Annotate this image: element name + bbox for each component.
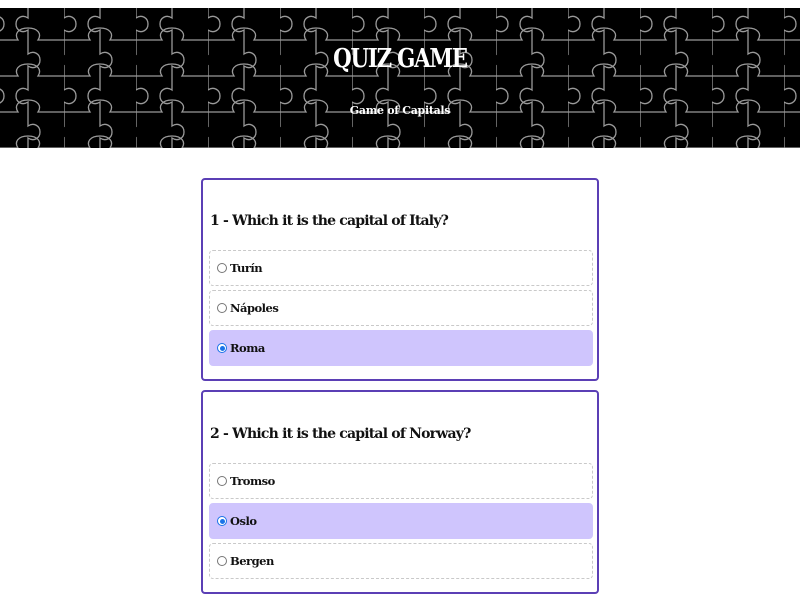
question-text-1: 1 - Which it is the capital of Italy?: [210, 213, 449, 229]
option-label: Oslo: [230, 514, 257, 528]
option-napoles[interactable]: Nápoles: [209, 290, 593, 326]
option-label: Tromso: [230, 474, 275, 488]
header-text: QUIZ GAME Game of Capitals: [0, 8, 800, 148]
option-label: Nápoles: [230, 301, 279, 315]
radio-turin[interactable]: [217, 263, 227, 273]
question-card-1: 1 - Which it is the capital of Italy? Tu…: [201, 178, 599, 381]
radio-napoles[interactable]: [217, 303, 227, 313]
page-title: QUIZ GAME: [333, 44, 468, 74]
radio-bergen[interactable]: [217, 556, 227, 566]
radio-oslo[interactable]: [217, 516, 227, 526]
header-banner: QUIZ GAME Game of Capitals: [0, 8, 800, 148]
radio-tromso[interactable]: [217, 476, 227, 486]
top-strip: [0, 0, 800, 8]
option-label: Roma: [230, 341, 265, 355]
question-text-2: 2 - Which it is the capital of Norway?: [210, 426, 471, 442]
option-label: Turín: [230, 261, 263, 275]
option-roma[interactable]: Roma: [209, 330, 593, 366]
option-oslo[interactable]: Oslo: [209, 503, 593, 539]
page-subtitle: Game of Capitals: [349, 104, 451, 117]
option-bergen[interactable]: Bergen: [209, 543, 593, 579]
option-turin[interactable]: Turín: [209, 250, 593, 286]
question-card-2: 2 - Which it is the capital of Norway? T…: [201, 390, 599, 594]
option-label: Bergen: [230, 554, 274, 568]
option-tromso[interactable]: Tromso: [209, 463, 593, 499]
radio-roma[interactable]: [217, 343, 227, 353]
